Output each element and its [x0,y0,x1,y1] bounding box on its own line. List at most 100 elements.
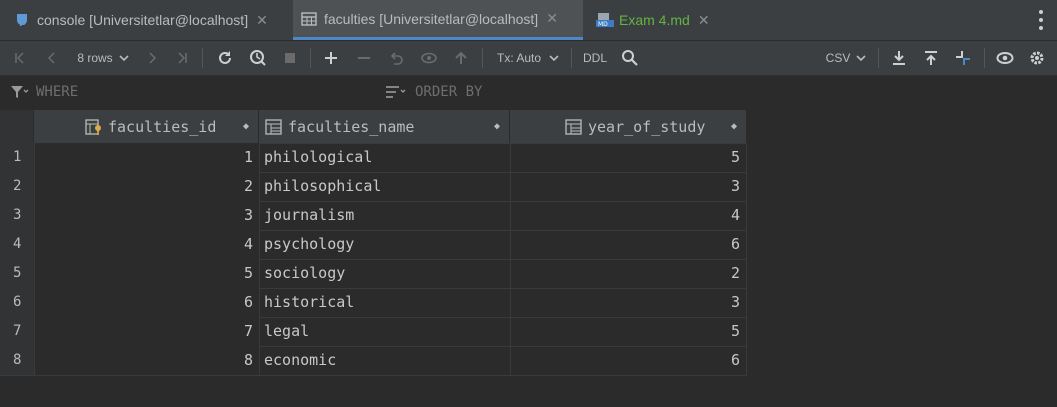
cell-faculties-name[interactable]: psychology [259,230,510,259]
svg-text:MD: MD [598,21,608,28]
data-editor-toolbar: 8 rows Tx: Auto DDL CSV [0,41,1057,76]
export-format-label: CSV [825,51,851,65]
table-row[interactable]: 6 6 historical 3 [0,288,747,317]
delete-row-icon[interactable] [354,41,374,75]
editor-tab-bar: console [Universitetlar@localhost] ✕ fac… [0,0,1057,41]
stop-icon[interactable] [280,41,300,75]
row-number: 3 [0,201,34,230]
cell-faculties-name[interactable]: legal [259,317,510,346]
column-icon [265,118,282,135]
close-icon[interactable]: ✕ [698,12,710,29]
column-label: year_of_study [588,117,706,136]
cell-faculties-name[interactable]: economic [259,346,510,375]
column-header-year-of-study[interactable]: year_of_study ◆ [510,110,747,143]
tx-mode-label: Tx: Auto [496,51,542,65]
cell-faculties-id[interactable]: 3 [34,201,259,230]
last-page-icon[interactable] [172,41,192,75]
table-row[interactable]: 2 2 philosophical 3 [0,172,747,201]
submit-icon[interactable] [451,41,471,75]
column-label: faculties_id [108,117,217,136]
chevron-down-icon [856,55,866,62]
ddl-button[interactable]: DDL [580,41,610,75]
table-row[interactable]: 7 7 legal 5 [0,317,747,346]
table-row[interactable]: 5 5 sociology 2 [0,259,747,288]
primary-key-column-icon [85,118,101,135]
close-icon[interactable]: ✕ [546,10,558,27]
revert-icon[interactable] [386,41,406,75]
sort-toggle-icon[interactable]: ◆ [731,121,737,132]
cell-faculties-id[interactable]: 2 [34,172,259,201]
cell-faculties-name[interactable]: philological [259,143,510,172]
order-by-label: ORDER BY [415,84,483,100]
export-format-dropdown[interactable]: CSV [824,41,868,75]
cell-year-of-study[interactable]: 3 [510,172,747,201]
compare-icon[interactable] [952,41,974,75]
cell-year-of-study[interactable]: 3 [510,288,747,317]
cell-faculties-name[interactable]: journalism [259,201,510,230]
tab-faculties-label: faculties [Universitetlar@localhost] [324,10,539,27]
grid-bottom-border [0,375,747,376]
tab-faculties[interactable]: faculties [Universitetlar@localhost] ✕ [293,0,583,40]
row-number: 2 [0,172,34,201]
preview-changes-icon[interactable] [418,41,440,75]
cell-year-of-study[interactable]: 5 [510,317,747,346]
column-label: faculties_name [288,117,415,136]
row-number: 7 [0,317,34,346]
cell-faculties-id[interactable]: 5 [34,259,259,288]
table-row[interactable]: 3 3 journalism 4 [0,201,747,230]
markdown-file-icon: MD [596,12,614,28]
view-eye-icon[interactable] [994,41,1016,75]
filter-bar: WHERE ORDER BY [0,76,1057,110]
upload-icon[interactable] [920,41,942,75]
cell-faculties-name[interactable]: philosophical [259,172,510,201]
history-clock-icon[interactable] [247,41,269,75]
cell-year-of-study[interactable]: 2 [510,259,747,288]
table-row[interactable]: 1 1 philological 5 [0,143,747,172]
cell-faculties-id[interactable]: 8 [34,346,259,375]
ddl-label: DDL [582,51,607,65]
cell-faculties-name[interactable]: historical [259,288,510,317]
cell-faculties-name[interactable]: sociology [259,259,510,288]
cell-faculties-id[interactable]: 6 [34,288,259,317]
table-icon [301,11,317,27]
refresh-icon[interactable] [214,41,236,75]
row-number: 8 [0,346,34,375]
cell-faculties-id[interactable]: 4 [34,230,259,259]
next-page-icon[interactable] [142,41,162,75]
database-console-icon [14,12,30,28]
gear-icon[interactable] [1026,41,1048,75]
add-row-icon[interactable] [320,41,342,75]
column-icon [565,118,582,135]
cell-year-of-study[interactable]: 5 [510,143,747,172]
download-icon[interactable] [888,41,910,75]
first-page-icon[interactable] [10,41,30,75]
rows-count-dropdown[interactable]: 8 rows [70,41,136,75]
tab-exam-md[interactable]: MD Exam 4.md ✕ [596,0,710,40]
table-row[interactable]: 8 8 economic 6 [0,346,747,375]
where-filter-field[interactable]: WHERE [10,84,78,100]
cell-faculties-id[interactable]: 1 [34,143,259,172]
table-row[interactable]: 4 4 psychology 6 [0,230,747,259]
column-header-faculties-id[interactable]: faculties_id ◆ [34,110,259,143]
result-grid: faculties_id ◆ faculties_name ◆ year_of_… [0,110,747,376]
sort-toggle-icon[interactable]: ◆ [243,121,249,132]
column-header-faculties-name[interactable]: faculties_name ◆ [259,110,510,143]
row-number: 1 [0,143,34,172]
search-icon[interactable] [619,41,641,75]
more-options-icon[interactable] [1039,10,1043,30]
cell-year-of-study[interactable]: 4 [510,201,747,230]
chevron-down-icon [119,55,129,62]
tab-exam-md-label: Exam 4.md [619,12,690,28]
cell-year-of-study[interactable]: 6 [510,230,747,259]
close-icon[interactable]: ✕ [256,12,268,29]
row-number: 5 [0,259,34,288]
tab-console-label: console [Universitetlar@localhost] [37,12,249,28]
transaction-mode-dropdown[interactable]: Tx: Auto [493,41,563,75]
order-by-field[interactable]: ORDER BY [385,84,482,100]
cell-faculties-id[interactable]: 7 [34,317,259,346]
cell-year-of-study[interactable]: 6 [510,346,747,375]
sort-lines-icon [386,86,406,98]
sort-toggle-icon[interactable]: ◆ [494,121,500,132]
previous-page-icon[interactable] [42,41,62,75]
tab-console[interactable]: console [Universitetlar@localhost] ✕ [14,0,268,40]
